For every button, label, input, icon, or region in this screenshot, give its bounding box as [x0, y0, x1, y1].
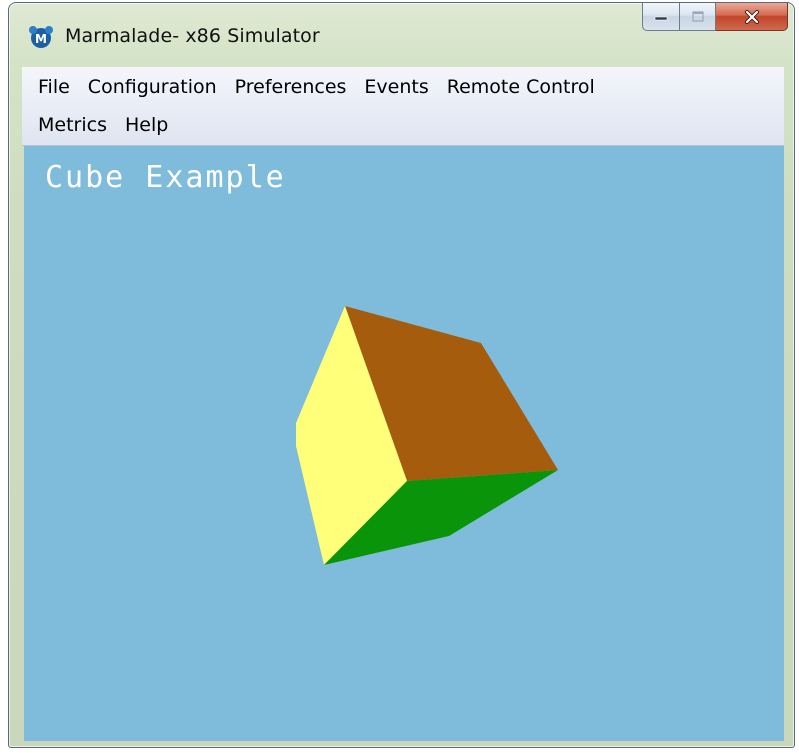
close-button[interactable] [716, 3, 788, 31]
maximize-button[interactable] [680, 3, 716, 31]
simulator-window: M Marmalade- x86 Simulator File Configur… [8, 2, 795, 748]
menu-metrics[interactable]: Metrics [22, 114, 115, 136]
title-bar[interactable]: M Marmalade- x86 Simulator [9, 3, 794, 63]
menu-row-2: Metrics Help [22, 114, 178, 136]
minimize-button[interactable] [642, 3, 680, 31]
menu-preferences[interactable]: Preferences [227, 76, 355, 98]
simulator-viewport[interactable]: Cube Example [24, 146, 784, 741]
maximize-icon [691, 10, 704, 22]
close-icon [744, 9, 759, 24]
window-title: Marmalade- x86 Simulator [65, 25, 320, 47]
cube-3d [296, 306, 558, 565]
marmalade-app-icon: M [29, 26, 53, 48]
menu-file[interactable]: File [22, 76, 78, 98]
menu-configuration[interactable]: Configuration [80, 76, 225, 98]
minimize-icon [654, 16, 668, 20]
caption-buttons [642, 3, 788, 31]
menu-row-1: File Configuration Preferences Events Re… [22, 76, 605, 98]
menu-bar: File Configuration Preferences Events Re… [22, 67, 784, 146]
menu-events[interactable]: Events [356, 76, 436, 98]
menu-remote-control[interactable]: Remote Control [439, 76, 603, 98]
app-icon-letter: M [35, 32, 47, 46]
menu-help[interactable]: Help [117, 114, 176, 136]
